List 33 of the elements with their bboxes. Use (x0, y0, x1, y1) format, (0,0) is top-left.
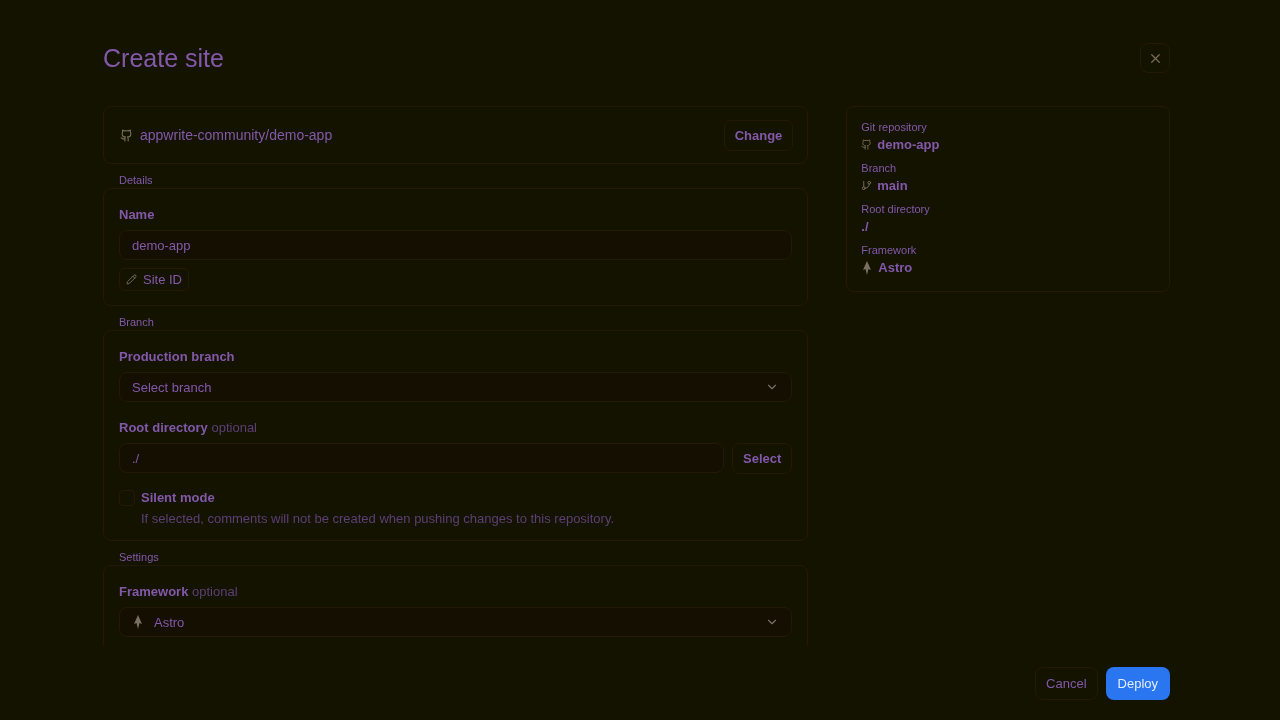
dialog-title: Create site (103, 43, 224, 73)
field-label: Name (119, 207, 156, 222)
close-button[interactable] (1140, 43, 1170, 73)
cancel-button[interactable]: Cancel (1035, 666, 1098, 700)
summary-label: Branch (861, 162, 898, 174)
root-directory-field[interactable]: ./ (119, 443, 724, 473)
field-label: Production branch (119, 349, 236, 364)
name-field[interactable]: demo-app (119, 230, 793, 260)
deploy-button[interactable]: Deploy (1105, 666, 1170, 700)
framework-select[interactable]: Astro (119, 607, 793, 637)
section-heading: Settings (119, 551, 160, 563)
summary-value: ./ (861, 219, 870, 234)
field-label: Root directory optional (119, 420, 258, 435)
section-heading: Branch (119, 316, 155, 328)
summary-value: main (861, 178, 1155, 193)
checkbox-description: If selected, comments will not be created when pushing changes to this repository. (141, 511, 615, 526)
branch-icon (861, 180, 873, 191)
github-icon (861, 139, 873, 150)
section-heading: Details (119, 174, 154, 186)
summary-value: demo-app (861, 137, 1155, 152)
change-button[interactable]: Change (723, 119, 794, 151)
pencil-icon (126, 274, 137, 285)
branch-select[interactable]: Select branch (119, 372, 793, 402)
repository-name: appwrite-community/demo-app (120, 127, 333, 143)
summary-label: Git repository (861, 121, 928, 133)
select-button[interactable]: Select (732, 443, 793, 474)
summary-label: Root directory (861, 203, 931, 215)
checkbox-label: Silent mode (141, 490, 216, 505)
summary-label: Framework (861, 244, 918, 256)
field-label: Framework optional (119, 584, 239, 599)
site-id-button[interactable]: Site ID (119, 268, 189, 291)
summary-value: Astro (861, 260, 1155, 275)
github-icon (120, 128, 133, 142)
